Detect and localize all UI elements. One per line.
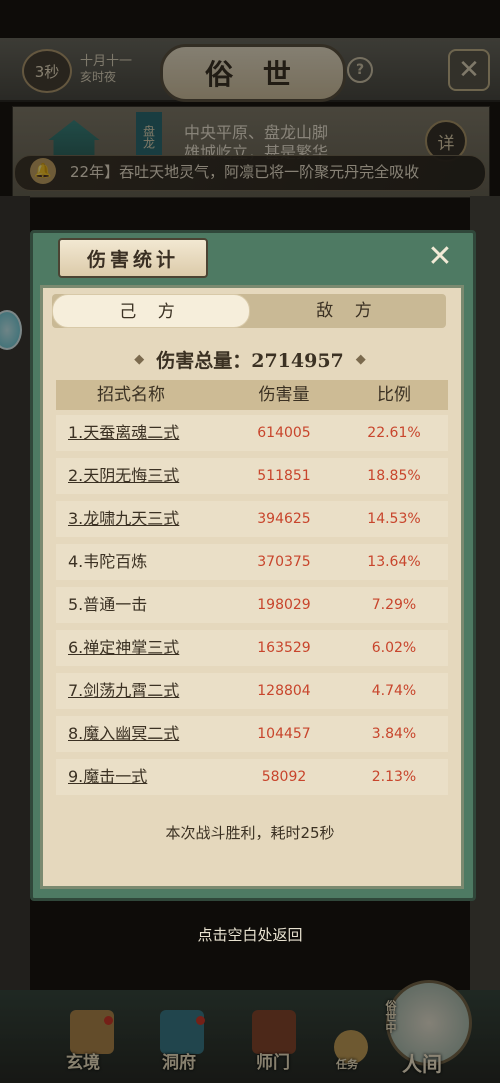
skill-name[interactable]: 1.天蚕离魂二式 <box>68 415 179 451</box>
battle-result: 本次战斗胜利，耗时25秒 <box>165 824 335 842</box>
damage-ratio: 13.64% <box>367 554 421 570</box>
table-row: 3.龙啸九天三式 394625 14.53% <box>56 501 448 537</box>
damage-ratio: 14.53% <box>367 511 421 527</box>
skill-name[interactable]: 9.魔击一式 <box>68 759 147 795</box>
damage-value: 511851 <box>257 468 311 484</box>
damage-value: 198029 <box>257 597 311 613</box>
damage-value: 128804 <box>257 683 311 699</box>
column-header-ratio: 比例 <box>377 385 411 405</box>
dialog-close-button[interactable]: ✕ <box>422 240 458 274</box>
skill-name[interactable]: 7.剑荡九霄二式 <box>68 673 179 709</box>
table-row: 5.普通一击 198029 7.29% <box>56 587 448 623</box>
table-header: 招式名称 伤害量 比例 <box>56 380 448 410</box>
table-row: 4.韦陀百炼 370375 13.64% <box>56 544 448 580</box>
table-row: 2.天阴无悔三式 511851 18.85% <box>56 458 448 494</box>
side-tabs: 己 方 敌 方 <box>52 294 446 328</box>
tab-own-side[interactable]: 己 方 <box>52 294 250 328</box>
total-damage-label: 伤害总量：2714957 <box>156 349 344 372</box>
damage-ratio: 22.61% <box>367 425 421 441</box>
table-row: 1.天蚕离魂二式 614005 22.61% <box>56 415 448 451</box>
damage-value: 370375 <box>257 554 311 570</box>
column-header-skill: 招式名称 <box>97 385 165 405</box>
damage-ratio: 3.84% <box>371 726 417 742</box>
skill-name[interactable]: 8.魔入幽冥二式 <box>68 716 179 752</box>
table-row: 6.禅定神掌三式 163529 6.02% <box>56 630 448 666</box>
damage-ratio: 2.13% <box>371 769 417 785</box>
damage-ratio: 18.85% <box>367 468 421 484</box>
damage-value: 104457 <box>257 726 311 742</box>
damage-value: 58092 <box>261 769 307 785</box>
table-row: 8.魔入幽冥二式 104457 3.84% <box>56 716 448 752</box>
skill-name[interactable]: 2.天阴无悔三式 <box>68 458 179 494</box>
skill-name[interactable]: 3.龙啸九天三式 <box>68 501 179 537</box>
return-hint-text: 点击空白处返回 <box>197 926 303 944</box>
damage-value: 394625 <box>257 511 311 527</box>
diamond-icon: ◆ <box>355 351 366 367</box>
tap-to-return-hint: 点击空白处返回 <box>130 922 370 948</box>
damage-ratio: 7.29% <box>371 597 417 613</box>
damage-ratio: 6.02% <box>371 640 417 656</box>
diamond-icon: ◆ <box>134 351 145 367</box>
skill-name: 5.普通一击 <box>68 595 148 614</box>
skill-name[interactable]: 6.禅定神掌三式 <box>68 630 179 666</box>
skill-name: 4.韦陀百炼 <box>68 552 148 571</box>
total-damage: ◆ 伤害总量：2714957 ◆ <box>56 342 444 376</box>
dialog-title: 伤害统计 <box>58 238 208 278</box>
damage-value: 163529 <box>257 640 311 656</box>
table-row: 7.剑荡九霄二式 128804 4.74% <box>56 673 448 709</box>
column-header-damage: 伤害量 <box>258 385 310 405</box>
table-row: 9.魔击一式 58092 2.13% <box>56 759 448 795</box>
tab-enemy-side[interactable]: 敌 方 <box>250 294 446 328</box>
damage-value: 614005 <box>257 425 311 441</box>
damage-ratio: 4.74% <box>371 683 417 699</box>
